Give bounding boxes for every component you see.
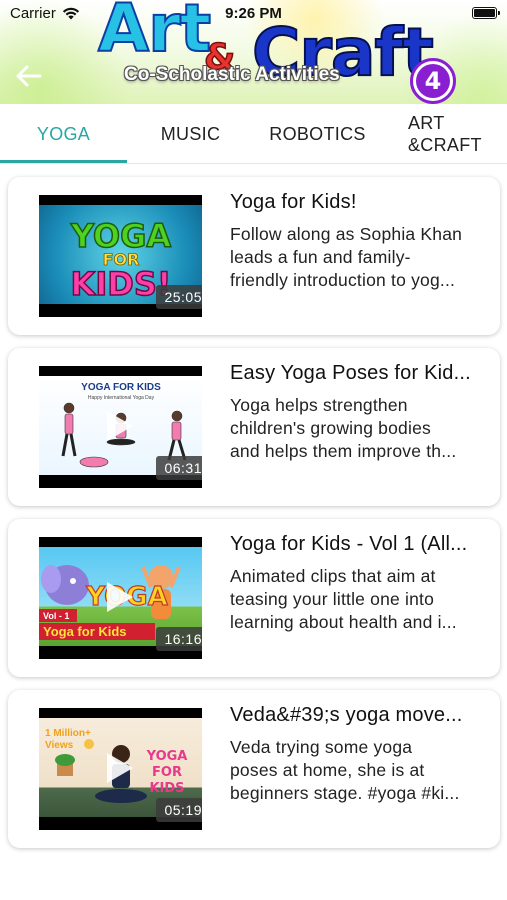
play-icon [107,411,133,441]
description-line: Yoga helps strengthen [230,395,408,415]
video-thumbnail: YOGA Vol - 1 Yoga for Kids 16:16 [39,537,202,659]
video-card[interactable]: YOGA FOR KIDS! 25:05 Yoga for Kids! Foll… [8,177,500,335]
description-line: Animated clips that aim at [230,566,436,586]
status-time: 9:26 PM [225,5,282,22]
video-title: Yoga for Kids! [230,191,357,213]
battery-icon [472,7,500,19]
description-line: poses at home, she is at [230,760,425,780]
video-duration: 06:31 [156,456,202,480]
video-thumbnail: 1 Million+ Views YOGA FOR KIDS 05:19 [39,708,202,830]
header-subtitle: Co-Scholastic Activities [124,64,340,85]
thumb-text: Views [45,740,74,751]
back-button[interactable] [10,58,46,94]
video-title: Yoga for Kids - Vol 1 (All... [230,533,468,555]
thumb-text: Happy International Yoga Day [88,395,155,401]
video-description: Yoga helps strengthen children's growing… [230,394,488,466]
video-card[interactable]: 1 Million+ Views YOGA FOR KIDS 05:19 Ved… [8,690,500,848]
thumb-text: KIDS [149,781,184,796]
thumb-text: Vol - 1 [43,611,69,621]
play-icon [107,753,133,783]
description-line: and helps them improve th... [230,441,457,461]
description-line: leads a fun and family- [230,247,411,267]
video-description: Animated clips that aim at teasing your … [230,565,488,637]
thumb-text: 1 Million+ [45,728,91,739]
video-description: Veda trying some yoga poses at home, she… [230,736,488,808]
grade-number: 4 [416,64,450,98]
video-card[interactable]: YOGA FOR KIDS Happy International Yoga D… [8,348,500,506]
thumb-text: YOGA FOR KIDS [81,382,161,393]
description-line: friendly introduction to yog... [230,270,456,290]
description-line: teasing your little one into [230,589,435,609]
thumb-text: Yoga for Kids [43,624,127,639]
description-line: Veda trying some yoga [230,737,413,757]
tab-yoga[interactable]: YOGA [0,104,127,164]
play-icon [107,582,133,612]
video-title: Veda&#39;s yoga move... [230,704,463,726]
description-line: children's growing bodies [230,418,431,438]
category-tabs: YOGA MUSIC ROBOTICS ART &CRAFT [0,104,507,164]
video-thumbnail: YOGA FOR KIDS! 25:05 [39,195,202,317]
app-header: Carrier 9:26 PM Art & Craft Co-Scholasti… [0,0,507,104]
description-line: Follow along as Sophia Khan [230,224,463,244]
arrow-left-icon [16,65,42,87]
video-thumbnail: YOGA FOR KIDS Happy International Yoga D… [39,366,202,488]
description-line: learning about health and i... [230,612,457,632]
video-duration: 05:19 [156,798,202,822]
video-duration: 25:05 [156,285,202,309]
video-duration: 16:16 [156,627,202,651]
grade-badge: 4 [410,58,456,104]
thumb-text: YOGA [146,749,188,764]
video-title: Easy Yoga Poses for Kid... [230,362,471,384]
video-card[interactable]: YOGA Vol - 1 Yoga for Kids 16:16 Yoga fo… [8,519,500,677]
thumb-text: FOR [152,765,182,780]
active-tab-indicator [0,160,127,163]
tab-robotics[interactable]: ROBOTICS [254,104,381,164]
video-description: Follow along as Sophia Khan leads a fun … [230,223,488,295]
tab-music[interactable]: MUSIC [127,104,254,164]
tab-art-craft[interactable]: ART &CRAFT [381,104,507,164]
description-line: beginners stage. #yoga #ki... [230,783,460,803]
status-bar: Carrier 9:26 PM [0,0,507,28]
